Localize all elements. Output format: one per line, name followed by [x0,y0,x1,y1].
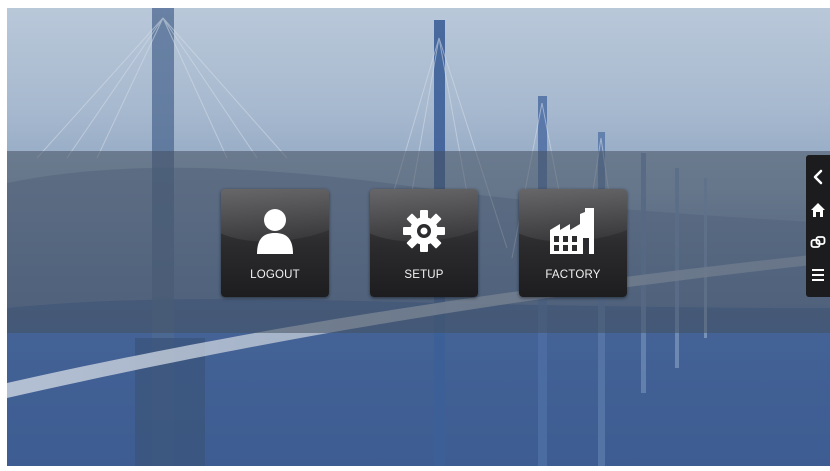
user-icon [221,205,329,257]
setup-button[interactable]: SETUP [370,189,478,297]
factory-icon [519,205,627,257]
factory-label: FACTORY [545,269,601,281]
menu-icon [812,268,824,281]
gear-icon [370,205,478,257]
setup-label: SETUP [404,269,444,281]
link-button[interactable] [807,229,829,255]
side-nav-rail [806,155,830,297]
home-button[interactable] [807,197,829,223]
logout-label: LOGOUT [250,269,300,281]
main-menu: LOGOUT SETUP FACTORY [221,189,627,297]
link-icon [810,236,826,249]
home-icon [811,202,825,217]
chevron-left-icon [813,170,823,185]
factory-button[interactable]: FACTORY [519,189,627,297]
menu-button[interactable] [807,262,829,288]
collapse-button[interactable] [807,164,829,190]
logout-button[interactable]: LOGOUT [221,189,329,297]
hmi-screen: LOGOUT SETUP FACTORY [7,8,830,466]
